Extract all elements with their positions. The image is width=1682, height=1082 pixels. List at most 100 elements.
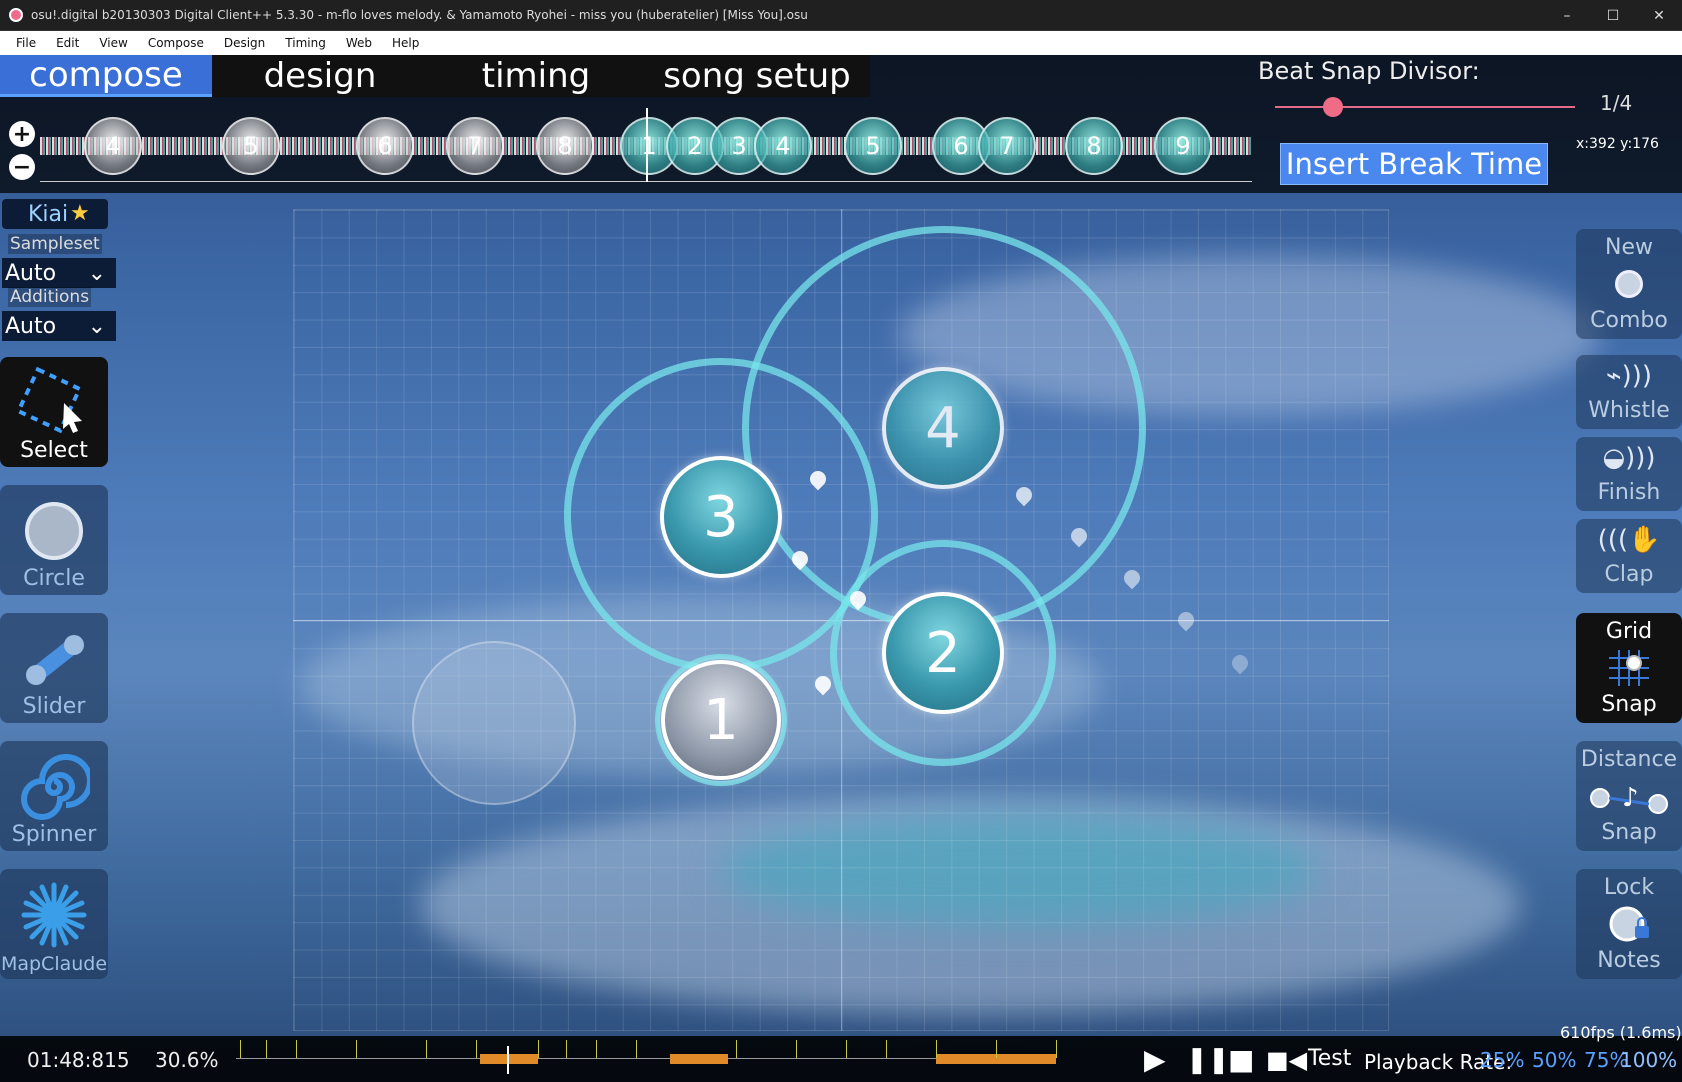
toggle-finish[interactable]: ◒))) Finish — [1576, 437, 1682, 511]
test-camera-icon[interactable]: ■◀ — [1266, 1046, 1307, 1074]
menu-web[interactable]: Web — [336, 36, 382, 50]
tab-compose[interactable]: compose — [0, 55, 212, 97]
timing-tick — [356, 1040, 357, 1058]
tab-timing[interactable]: timing — [428, 55, 644, 97]
song-overview-timeline[interactable] — [236, 1038, 1057, 1074]
toggle-clap[interactable]: (((✋ Clap — [1576, 519, 1682, 593]
kiai-toggle[interactable]: Kiai ★ — [2, 199, 108, 229]
menu-compose[interactable]: Compose — [138, 36, 214, 50]
lock-notes-label-bottom: Notes — [1597, 948, 1661, 973]
timing-tick — [796, 1040, 797, 1058]
test-button[interactable]: Test — [1308, 1046, 1351, 1071]
current-time: 01:48:815 — [27, 1048, 130, 1072]
timing-tick — [1056, 1040, 1057, 1058]
hit-circle[interactable]: 2 — [882, 592, 1004, 714]
toggle-whistle[interactable]: ⌁))) Whistle — [1576, 355, 1682, 429]
additions-dropdown[interactable]: Auto ⌄ — [2, 311, 116, 341]
distance-snap-label-bottom: Snap — [1601, 820, 1657, 845]
play-icon[interactable]: ▶ — [1144, 1046, 1166, 1074]
maximize-button[interactable]: ☐ — [1590, 0, 1636, 31]
grid-snap-label-bottom: Snap — [1601, 692, 1657, 717]
timing-tick — [240, 1040, 241, 1058]
menu-help[interactable]: Help — [382, 36, 429, 50]
toggle-new-combo[interactable]: New Combo — [1576, 229, 1682, 339]
insert-break-time-button[interactable]: Insert Break Time — [1280, 143, 1548, 185]
timeline-note[interactable]: 8 — [1065, 117, 1123, 175]
spinner-icon — [21, 754, 90, 820]
svg-text:♪: ♪ — [1622, 783, 1639, 813]
timeline-note[interactable]: 9 — [1154, 117, 1212, 175]
tool-circle[interactable]: Circle — [0, 485, 108, 595]
toggle-grid-snap[interactable]: Grid Snap — [1576, 613, 1682, 723]
distance-snap-label-top: Distance — [1580, 747, 1678, 772]
hit-circle-selected[interactable]: 1 — [661, 660, 781, 780]
pause-icon[interactable]: ❚❚ — [1186, 1046, 1230, 1074]
overview-playhead[interactable] — [507, 1046, 509, 1074]
break-marker — [480, 1054, 538, 1064]
menu-timing[interactable]: Timing — [275, 36, 336, 50]
timeline-note[interactable]: 8 — [536, 117, 594, 175]
timeline-note[interactable]: 7 — [446, 117, 504, 175]
clap-icon: (((✋ — [1597, 525, 1661, 555]
tool-mapclaude-label: MapClaude — [0, 953, 108, 975]
circle-icon — [25, 502, 83, 560]
rate-100[interactable]: 100% — [1620, 1048, 1677, 1072]
menu-edit[interactable]: Edit — [46, 36, 89, 50]
tool-mapclaude[interactable]: MapClaude — [0, 869, 108, 979]
zoom-out-icon[interactable]: − — [9, 154, 35, 180]
sampleset-dropdown[interactable]: Auto ⌄ — [2, 258, 116, 288]
chevron-down-icon: ⌄ — [87, 313, 106, 339]
new-combo-label-bottom: Combo — [1590, 308, 1668, 333]
break-marker — [670, 1054, 728, 1064]
beat-snap-label: Beat Snap Divisor: — [1258, 57, 1480, 85]
sampleset-label: Sampleset — [8, 234, 102, 254]
tool-spinner[interactable]: Spinner — [0, 741, 108, 851]
rate-50[interactable]: 50% — [1532, 1048, 1576, 1072]
menu-file[interactable]: File — [6, 36, 46, 50]
tab-design[interactable]: design — [212, 55, 428, 97]
overview-line — [236, 1058, 1056, 1059]
timeline-note[interactable]: 6 — [356, 117, 414, 175]
tab-song-setup[interactable]: song setup — [644, 55, 870, 97]
timing-tick — [596, 1040, 597, 1058]
new-combo-label-top: New — [1605, 235, 1653, 260]
fps-counter: 610fps (1.6ms) — [1560, 1023, 1682, 1042]
menu-design[interactable]: Design — [214, 36, 275, 50]
menu-bar: File Edit View Compose Design Timing Web… — [0, 31, 1682, 55]
minimize-button[interactable]: – — [1544, 0, 1590, 31]
beat-snap-slider-track[interactable] — [1275, 106, 1575, 108]
sampleset-value: Auto — [5, 260, 57, 286]
cursor-coordinates: x:392 y:176 — [1576, 136, 1659, 152]
rate-25[interactable]: 25% — [1480, 1048, 1524, 1072]
distance-snap-icon: ♪ — [1590, 783, 1668, 814]
finish-icon: ◒))) — [1602, 443, 1656, 473]
tool-slider[interactable]: Slider — [0, 613, 108, 723]
timing-tick — [996, 1040, 997, 1058]
timing-tick — [936, 1040, 937, 1058]
timing-tick — [296, 1040, 297, 1058]
zoom-in-icon[interactable]: + — [9, 121, 35, 147]
stop-icon[interactable]: ■ — [1228, 1046, 1254, 1074]
close-button[interactable]: ✕ — [1636, 0, 1682, 31]
hit-circle[interactable]: 4 — [882, 367, 1004, 489]
hit-circle[interactable]: 3 — [660, 456, 782, 578]
timeline-note[interactable]: 4 — [84, 117, 142, 175]
timeline-note[interactable]: 5 — [222, 117, 280, 175]
tool-select[interactable]: Select — [0, 357, 108, 467]
timeline-playhead[interactable] — [646, 108, 648, 182]
timing-tick — [886, 1040, 887, 1058]
menu-view[interactable]: View — [89, 36, 137, 50]
timeline-note[interactable]: 7 — [978, 117, 1036, 175]
burst-icon — [21, 882, 87, 948]
timing-tick — [636, 1040, 637, 1058]
toggle-distance-snap[interactable]: Distance ♪ Snap — [1576, 741, 1682, 851]
timing-tick — [566, 1040, 567, 1058]
timeline-note[interactable]: 5 — [844, 117, 902, 175]
mode-tabs: compose design timing song setup — [0, 55, 870, 97]
toggle-lock-notes[interactable]: Lock Notes — [1576, 869, 1682, 979]
grid-snap-label-top: Grid — [1605, 619, 1653, 644]
cursor-preview-circle — [412, 641, 576, 805]
slider-icon — [26, 635, 84, 685]
beat-snap-slider-knob[interactable] — [1323, 97, 1343, 117]
timeline-note[interactable]: 4 — [754, 117, 812, 175]
